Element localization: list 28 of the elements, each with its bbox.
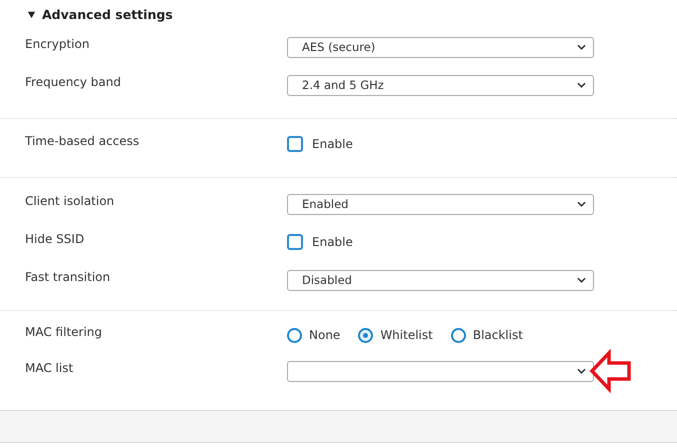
chevron-down-icon bbox=[577, 277, 586, 283]
radio-button[interactable] bbox=[287, 328, 302, 342]
section-header[interactable]: Advanced settings bbox=[0, 0, 173, 23]
checkbox[interactable]: Enable bbox=[287, 136, 353, 152]
chevron-down-icon bbox=[577, 82, 586, 88]
field-label: Client isolation bbox=[24, 194, 116, 210]
radio-option[interactable]: Blacklist bbox=[450, 328, 523, 342]
field-label: MAC list bbox=[24, 361, 74, 377]
field-label: MAC filtering bbox=[24, 325, 104, 341]
chevron-down-icon bbox=[577, 368, 586, 374]
checkbox[interactable]: Enable bbox=[287, 234, 353, 250]
dropdown[interactable]: Enabled bbox=[287, 194, 594, 214]
triangle-down-icon bbox=[27, 10, 36, 18]
field-label: Fast transition bbox=[24, 270, 112, 286]
field-label: Hide SSID bbox=[24, 232, 86, 248]
field-label: Frequency band bbox=[24, 75, 122, 91]
dropdown[interactable]: Disabled bbox=[287, 270, 594, 290]
field-label: Time-based access bbox=[24, 134, 140, 150]
chevron-down-icon bbox=[577, 201, 586, 207]
field-label: Encryption bbox=[24, 37, 90, 53]
radio-button[interactable] bbox=[450, 328, 466, 342]
dropdown[interactable]: 2.4 and 5 GHz bbox=[287, 74, 594, 96]
dropdown[interactable]: AES (secure) bbox=[287, 36, 594, 58]
radio-option[interactable]: None bbox=[287, 328, 340, 342]
radio-option[interactable]: Whitelist bbox=[358, 328, 433, 342]
radio-button[interactable] bbox=[358, 328, 374, 342]
chevron-down-icon bbox=[577, 44, 586, 50]
dropdown[interactable] bbox=[287, 360, 594, 382]
